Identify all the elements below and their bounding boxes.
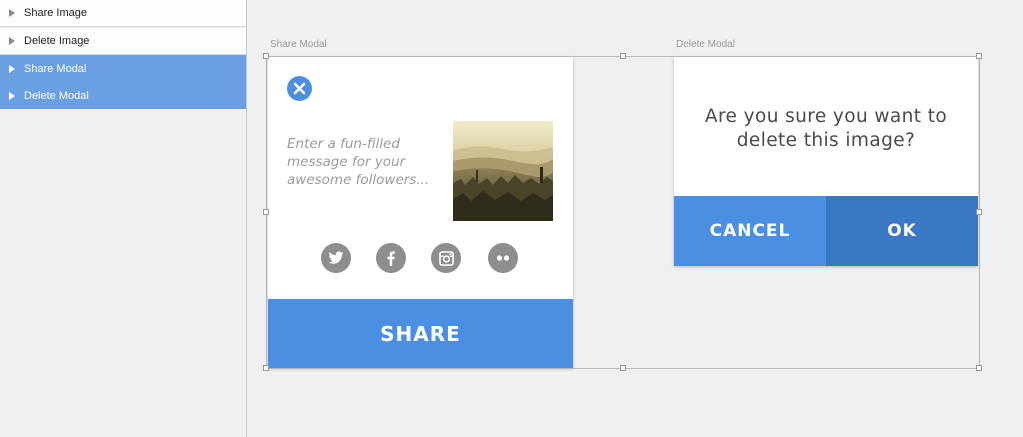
layers-panel: Share Image Delete Image Share Modal Del…: [0, 0, 247, 437]
layer-label: Delete Modal: [24, 89, 89, 102]
artboard-label-delete[interactable]: Delete Modal: [676, 39, 735, 50]
resize-handle-middle-left[interactable]: [263, 209, 269, 215]
resize-handle-top-left[interactable]: [263, 53, 269, 59]
resize-handle-middle-right[interactable]: [976, 209, 982, 215]
selection-bounding-box: [266, 56, 980, 369]
disclosure-triangle-icon[interactable]: [9, 91, 15, 100]
layer-label: Delete Image: [24, 35, 90, 47]
disclosure-triangle-icon[interactable]: [9, 64, 15, 73]
layer-label: Share Image: [24, 7, 87, 19]
artboard-label-share[interactable]: Share Modal: [270, 39, 327, 50]
layer-share-image[interactable]: Share Image: [0, 0, 246, 27]
resize-handle-top-right[interactable]: [976, 53, 982, 59]
layer-share-modal[interactable]: Share Modal: [0, 55, 246, 82]
resize-handle-bottom-center[interactable]: [620, 365, 626, 371]
layer-delete-modal[interactable]: Delete Modal: [0, 82, 246, 109]
layer-delete-image[interactable]: Delete Image: [0, 28, 246, 55]
layer-label: Share Modal: [24, 62, 87, 75]
resize-handle-bottom-right[interactable]: [976, 365, 982, 371]
disclosure-triangle-icon[interactable]: [9, 37, 15, 45]
resize-handle-top-center[interactable]: [620, 53, 626, 59]
disclosure-triangle-icon[interactable]: [9, 9, 15, 17]
resize-handle-bottom-left[interactable]: [263, 365, 269, 371]
